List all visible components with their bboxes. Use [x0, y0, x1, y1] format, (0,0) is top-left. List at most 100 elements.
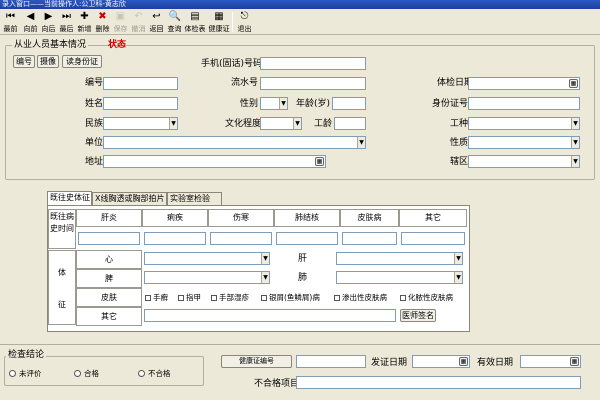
status-label: 状态: [108, 40, 127, 50]
exit-button[interactable]: ⎋ 退出: [235, 10, 254, 34]
first-button[interactable]: ⏮ 最前: [1, 10, 20, 34]
spleen-select[interactable]: ▼: [144, 271, 270, 284]
delete-button[interactable]: ✖ 删除: [93, 10, 112, 34]
save-button[interactable]: ▣ 保存: [111, 10, 130, 34]
certificate-button[interactable]: ▦ 健康证: [208, 10, 230, 34]
chevron-down-icon[interactable]: ▼: [261, 272, 269, 283]
lung-select[interactable]: ▼: [336, 271, 463, 284]
history-date-skin[interactable]: [342, 232, 397, 245]
chevron-down-icon[interactable]: ▼: [261, 253, 269, 264]
education-select[interactable]: ▼: [260, 117, 302, 130]
history-date-tuberculosis[interactable]: [276, 232, 338, 245]
history-header-hepatitis: 肝炎: [76, 209, 142, 227]
history-date-typhoid[interactable]: [210, 232, 272, 245]
radio-qualified[interactable]: 合格: [74, 368, 99, 379]
ethnicity-select[interactable]: ▼: [103, 117, 178, 130]
ethnicity-label: 民族: [85, 119, 104, 129]
query-button[interactable]: 🔍 查询: [165, 10, 184, 34]
history-date-other[interactable]: [401, 232, 465, 245]
read-id-button[interactable]: 读身份证: [62, 55, 102, 68]
calendar-icon[interactable]: ▦: [459, 357, 468, 366]
chevron-down-icon[interactable]: ▼: [293, 118, 301, 129]
number-field[interactable]: [103, 77, 178, 90]
cert-number-button[interactable]: 健康证编号: [221, 355, 292, 368]
skin-option-exudative[interactable]: 渗出性皮肤病: [334, 292, 387, 303]
undo-icon: ↶: [134, 11, 143, 22]
tab-history-signs[interactable]: 既往史体征: [47, 191, 92, 205]
tab-xray[interactable]: X线胸透或胸部拍片: [92, 192, 167, 205]
nature-select[interactable]: ▼: [468, 136, 580, 149]
prev-button[interactable]: ◀ 向前: [21, 10, 40, 34]
district-select[interactable]: ▼: [468, 155, 580, 168]
job-type-select[interactable]: ▼: [468, 117, 580, 130]
save-icon: ▣: [115, 11, 126, 22]
liver-select[interactable]: ▼: [336, 252, 463, 265]
calendar-icon[interactable]: ▦: [570, 357, 579, 366]
valid-date-field[interactable]: ▦: [520, 355, 581, 368]
issue-date-field[interactable]: ▦: [412, 355, 470, 368]
exam-date-field[interactable]: ▦: [468, 77, 580, 90]
basic-info-title: 从业人员基本情况: [12, 39, 89, 51]
number-button[interactable]: 编号: [13, 55, 35, 68]
signs-side-cell: 体 征: [48, 250, 76, 325]
radio-unqualified[interactable]: 不合格: [138, 368, 171, 379]
chevron-down-icon[interactable]: ▼: [454, 272, 462, 283]
skin-option-tinea[interactable]: 手癣: [145, 292, 168, 303]
calendar-icon[interactable]: ▦: [569, 79, 578, 88]
liver-label: 肝: [298, 254, 308, 264]
cert-number-field[interactable]: [296, 355, 366, 368]
add-button[interactable]: ✚ 新增: [75, 10, 94, 34]
chevron-down-icon[interactable]: ▼: [571, 137, 579, 148]
chevron-down-icon[interactable]: ▼: [571, 156, 579, 167]
chevron-down-icon[interactable]: ▼: [357, 137, 365, 148]
age-field[interactable]: [332, 97, 366, 110]
last-icon: ⏭: [62, 11, 71, 22]
district-label: 辖区: [450, 157, 469, 167]
unit-select[interactable]: ▼: [103, 136, 366, 149]
phone-field[interactable]: [260, 57, 366, 70]
heart-select[interactable]: ▼: [144, 252, 270, 265]
history-header-skin: 皮肤病: [340, 209, 399, 227]
education-label: 文化程度: [225, 119, 262, 129]
skin-option-purulent[interactable]: 化脓性皮肤病: [400, 292, 453, 303]
phone-label: 手机(固话)号码: [201, 59, 263, 69]
age-label: 年龄(岁): [296, 99, 331, 109]
chevron-down-icon[interactable]: ▼: [454, 253, 462, 264]
gender-select[interactable]: ▼: [260, 97, 288, 110]
tab-lab[interactable]: 实验室检验: [167, 192, 222, 205]
skin-option-hand-eczema[interactable]: 手部湿疹: [211, 292, 249, 303]
next-icon: ▶: [44, 11, 53, 22]
seniority-label: 工龄: [314, 119, 333, 129]
serial-field[interactable]: [260, 77, 366, 90]
capture-button[interactable]: 摄像: [37, 55, 59, 68]
chevron-down-icon[interactable]: ▼: [571, 118, 579, 129]
exam-form-button[interactable]: ▤ 体检表: [184, 10, 206, 34]
skin-option-psoriasis[interactable]: 银屑(鱼鳞屑)病: [261, 292, 320, 303]
fail-items-label: 不合格项目: [254, 379, 300, 389]
skin-option-nail[interactable]: 指甲: [178, 292, 201, 303]
return-button[interactable]: ↩ 返回: [147, 10, 166, 34]
job-type-label: 工种: [450, 119, 469, 129]
history-signs-panel: 既往病史时间 肝炎 痢疾 伤寒 肺结核 皮肤病 其它 体 征 心 ▼ 肝 ▼ 脾…: [47, 205, 470, 332]
chevron-down-icon[interactable]: ▼: [279, 98, 287, 109]
exit-icon: ⎋: [240, 11, 249, 22]
id-card-field[interactable]: [468, 97, 580, 110]
other-signs-field[interactable]: [144, 309, 396, 322]
signs-side-top: 体: [58, 268, 66, 277]
name-field[interactable]: [103, 97, 178, 110]
address-field[interactable]: ▦: [103, 155, 326, 168]
seniority-field[interactable]: [334, 117, 366, 130]
last-button[interactable]: ⏭ 最后: [57, 10, 76, 34]
signs-side-bottom: 征: [58, 300, 66, 309]
history-date-hepatitis[interactable]: [78, 232, 140, 245]
history-date-dysentery[interactable]: [144, 232, 206, 245]
chevron-down-icon[interactable]: ▼: [169, 118, 177, 129]
lung-label: 肺: [298, 273, 308, 283]
next-button[interactable]: ▶ 向后: [39, 10, 58, 34]
radio-unrated[interactable]: 未评价: [9, 368, 42, 379]
serial-label: 流水号: [231, 78, 259, 88]
doctor-sign-button[interactable]: 医师签名: [400, 309, 436, 322]
undo-button[interactable]: ↶ 撤消: [129, 10, 148, 34]
fail-items-field[interactable]: [296, 376, 581, 389]
lookup-icon[interactable]: ▦: [315, 157, 324, 166]
